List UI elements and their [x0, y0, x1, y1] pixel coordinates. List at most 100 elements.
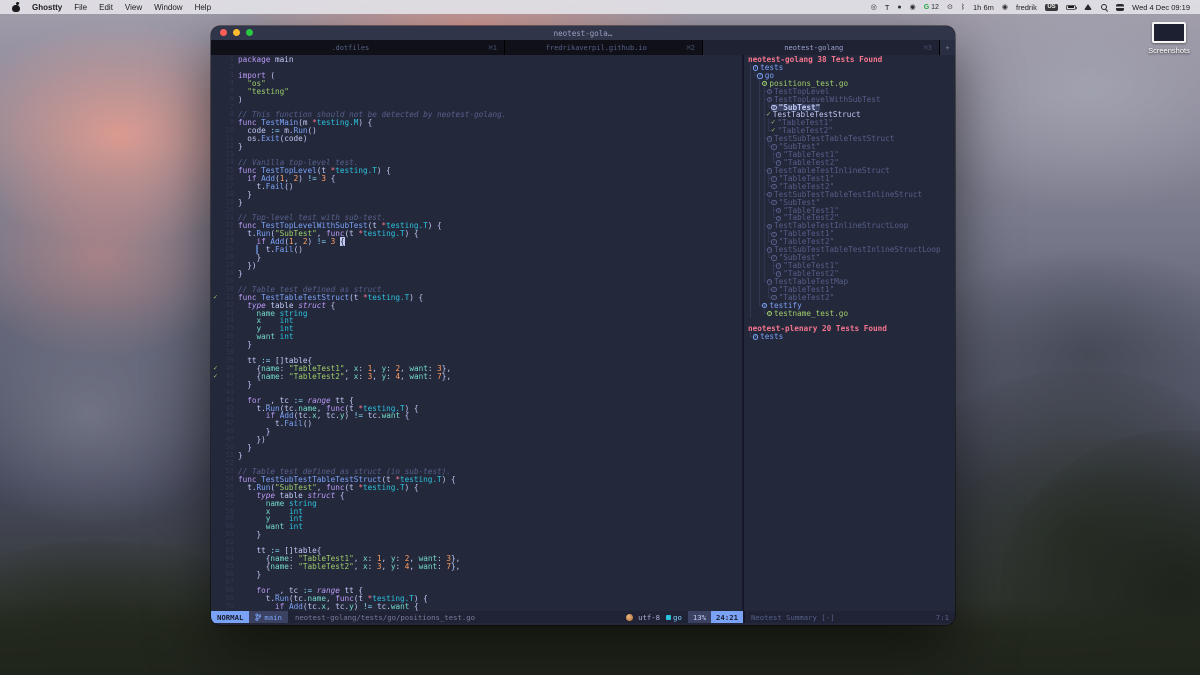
g-meter[interactable]: G 12	[924, 4, 939, 11]
test-notrun-icon: ?	[762, 303, 768, 309]
test-tree-item[interactable]: ├?tests	[748, 64, 955, 72]
test-tree-item[interactable]: │ ││ ├?"TableTest1"	[748, 151, 955, 159]
test-notrun-icon: ?	[771, 287, 777, 293]
test-notrun-icon: ?	[767, 192, 773, 198]
menu-item-file[interactable]: File	[74, 3, 87, 12]
code-line: 50 }	[211, 444, 742, 452]
test-notrun-icon: ?	[771, 105, 777, 111]
test-notrun-icon: ?	[771, 255, 777, 261]
test-notrun-icon: ?	[753, 334, 759, 340]
menu-item-help[interactable]: Help	[195, 3, 211, 12]
code-line: 12}	[211, 143, 742, 151]
letter-t-item[interactable]: T	[885, 3, 890, 12]
code-line: ✓41 {name: "TableTest2", x: 3, y: 4, wan…	[211, 373, 742, 381]
test-tree-item[interactable]: │ ││ ├?"TableTest1"	[748, 262, 955, 270]
neotest-summary-panel[interactable]: neotest-golang 38 Tests Found├?tests│└?g…	[744, 55, 955, 611]
tab-shortcut: ⌘3	[924, 44, 932, 52]
apple-icon	[12, 2, 20, 12]
timer-label[interactable]: 1h 6m	[973, 3, 994, 12]
test-notrun-icon: ?	[753, 65, 759, 71]
tab-.dotfiles[interactable]: .dotfiles⌘1	[211, 40, 505, 55]
test-tree-item[interactable]: │ ││└?"SubTest"	[748, 254, 955, 262]
ghostty-window[interactable]: neotest-gola… .dotfiles⌘1fredrikaverpil.…	[211, 26, 955, 625]
panel-cursor-position: 7:1	[936, 613, 949, 622]
test-tree-item[interactable]: │ ││└?"SubTest"	[748, 199, 955, 207]
menubar: Ghostty File Edit View Window Help ◎ T ● ◉ G 12 ⊙ ᛒ…	[0, 0, 1200, 14]
test-notrun-icon: ?	[767, 279, 773, 285]
test-notrun-icon: ?	[767, 168, 773, 174]
menubar-status: ◎ T ● ◉ G 12 ⊙ ᛒ 1h 6m ◉ fredrik US Wed 4 Dec 09:19	[871, 3, 1200, 12]
cat-icon[interactable]: ●	[897, 4, 901, 11]
test-tree-item[interactable]: │ └?testname_test.go	[748, 310, 955, 318]
menu-item-view[interactable]: View	[125, 3, 142, 12]
titlebar[interactable]: neotest-gola…	[211, 26, 955, 40]
minimize-button[interactable]	[233, 29, 240, 36]
code-line: 36 want int	[211, 333, 742, 341]
menu-item-window[interactable]: Window	[154, 3, 182, 12]
cursor-block: {	[340, 237, 345, 246]
tab-shortcut: ⌘1	[489, 44, 497, 52]
code-line: 6)	[211, 96, 742, 104]
search-icon[interactable]	[1100, 3, 1108, 11]
wallpaper-gray-cloud	[0, 300, 230, 530]
user-label[interactable]: fredrik	[1016, 3, 1037, 12]
code-line: 1package main	[211, 56, 742, 64]
test-tree-item[interactable]: │ ││ ├?"TableTest1"	[748, 207, 955, 215]
menu-item-edit[interactable]: Edit	[99, 3, 113, 12]
code-line: 47 t.Fail()	[211, 420, 742, 428]
test-notrun-icon: ?	[776, 271, 782, 277]
code-line: 28}	[211, 270, 742, 278]
test-notrun-icon: ?	[771, 295, 777, 301]
code-line: 27 })	[211, 262, 742, 270]
code-line: 48 }	[211, 428, 742, 436]
test-tree-item[interactable]: │ ││└?"SubTest"	[748, 143, 955, 151]
code-line: 18 }	[211, 191, 742, 199]
test-notrun-icon: ?	[757, 73, 763, 79]
clock-label[interactable]: Wed 4 Dec 09:19	[1132, 3, 1190, 12]
menubar-left: Ghostty File Edit View Window Help	[32, 3, 211, 12]
menu-item-ghostty[interactable]: Ghostty	[32, 3, 62, 12]
pointer-icon[interactable]: ◎	[871, 4, 877, 11]
tab-fredrikaverpil.github.io[interactable]: fredrikaverpil.github.io⌘2	[505, 40, 703, 55]
code-line: 11 os.Exit(code)	[211, 135, 742, 143]
test-notrun-icon: ?	[776, 263, 782, 269]
code-line: 60 want int	[211, 523, 742, 531]
zoom-button[interactable]	[246, 29, 253, 36]
test-tree-item[interactable]: └?tests	[748, 333, 955, 341]
bluetooth-icon[interactable]: ᛒ	[961, 4, 965, 11]
circle-icon[interactable]: ◉	[910, 4, 916, 11]
test-notrun-icon: ?	[767, 89, 773, 95]
tab-neotest-golang[interactable]: neotest-golang ⌘3	[703, 40, 940, 55]
code-line: 2	[211, 64, 742, 72]
test-notrun-icon: ?	[771, 239, 777, 245]
code-line: 3import (	[211, 72, 742, 80]
record-icon[interactable]: ◉	[1002, 4, 1008, 11]
control-center-icon[interactable]	[1116, 4, 1124, 11]
code-line: 49 })	[211, 436, 742, 444]
test-notrun-icon: ?	[771, 176, 777, 182]
filetype-segment: go	[666, 613, 682, 622]
code-line: 51}	[211, 452, 742, 460]
screenshot-thumbnail-icon	[1152, 22, 1186, 43]
git-branch-segment: main	[249, 611, 288, 623]
file-path: neotest-golang/tests/go/positions_test.g…	[288, 613, 482, 622]
close-button[interactable]	[220, 29, 227, 36]
new-tab-button[interactable]: +	[940, 40, 955, 55]
apple-menu[interactable]	[12, 2, 20, 12]
battery-icon[interactable]	[1066, 5, 1076, 10]
camera-icon[interactable]: ⊙	[947, 4, 953, 11]
code-line: 42 }	[211, 381, 742, 389]
test-notrun-icon: ?	[776, 216, 782, 222]
code-editor[interactable]: 1package main 2 3import ( 4 "os" 5 "test…	[211, 55, 742, 611]
wifi-icon[interactable]	[1084, 4, 1092, 10]
desktop-icon-screenshots[interactable]: Screenshots	[1146, 22, 1192, 55]
tabbar: .dotfiles⌘1fredrikaverpil.github.io⌘2neo…	[211, 40, 955, 55]
tree-item-label: tests	[760, 333, 783, 341]
window-title: neotest-gola…	[211, 29, 955, 38]
tab-label: neotest-golang	[710, 44, 918, 52]
code-line: 26 }	[211, 254, 742, 262]
desktop-icon-label: Screenshots	[1146, 46, 1192, 55]
tab-label: fredrikaverpil.github.io	[512, 44, 681, 52]
keyboard-badge[interactable]: US	[1045, 4, 1058, 11]
cursor-position: 24:21	[711, 611, 743, 623]
